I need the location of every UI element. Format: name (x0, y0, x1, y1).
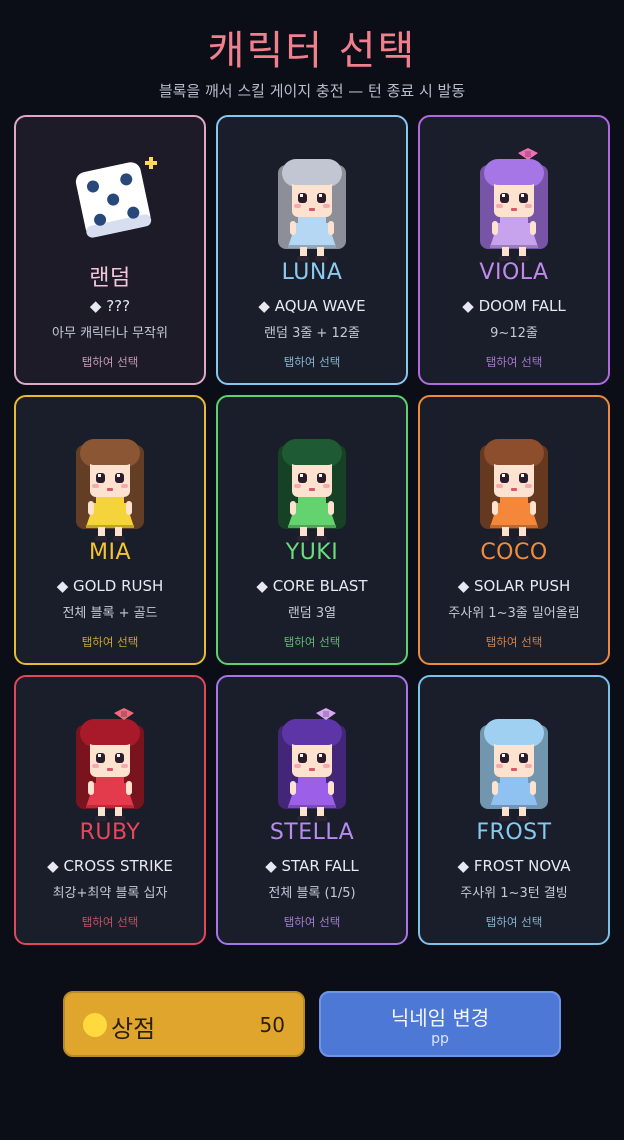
character-card-coco[interactable]: COCO ◆ SOLAR PUSH 주사위 1~3줄 밀어올림탭하여 선택 (418, 395, 610, 665)
tap-to-select-hint: 탭하여 선택 (81, 635, 139, 649)
skill-name: ◆ DOOM FALL (462, 297, 566, 315)
character-card-yuki[interactable]: YUKI ◆ CORE BLAST 랜덤 3열탭하여 선택 (216, 395, 408, 665)
skill-description: 주사위 1~3턴 결빙 (460, 886, 568, 901)
skill-name: ◆ ??? (89, 297, 131, 315)
character-portrait-frost (466, 707, 562, 827)
character-card-mia[interactable]: MIA ◆ GOLD RUSH 전체 블록 + 골드탭하여 선택 (14, 395, 206, 665)
character-portrait-coco (466, 427, 562, 547)
character-name: COCO (480, 540, 548, 565)
tap-to-select-hint: 탭하여 선택 (283, 355, 341, 369)
skill-name: ◆ GOLD RUSH (56, 577, 164, 595)
character-name: 랜덤 (89, 266, 131, 291)
shop-label: 상점 (111, 1015, 156, 1043)
skill-name: ◆ SOLAR PUSH (457, 577, 571, 595)
current-nickname: pp (431, 1031, 449, 1047)
nickname-button-label: 닉네임 변경 (390, 1006, 490, 1030)
tap-to-select-hint: 탭하여 선택 (81, 915, 139, 929)
character-portrait-ruby (62, 707, 158, 827)
coin-count: 50 (259, 1013, 285, 1037)
coin-icon (83, 1013, 107, 1037)
character-name: STELLA (269, 820, 355, 845)
character-card-stella[interactable]: STELLA ◆ STAR FALL 전체 블록 (1/5) 탭하여 선택 (216, 675, 408, 945)
character-card-random[interactable]: 랜덤 ◆ ??? 아무 캐릭터나 무작위탭하여 선택 (14, 115, 206, 385)
character-name: FROST (476, 820, 552, 845)
skill-name: ◆ STAR FALL (265, 857, 359, 875)
character-portrait-mia (62, 427, 158, 547)
skill-description: 아무 캐릭터나 무작위 (52, 326, 168, 341)
character-name: VIOLA (479, 260, 549, 285)
page-title: 캐릭터 선택 (207, 28, 417, 74)
character-name: YUKI (285, 540, 339, 565)
skill-description: 최강+최약 블록 십자 (52, 886, 168, 901)
skill-description: 주사위 1~3줄 밀어올림 (448, 606, 580, 621)
character-grid: 랜덤 ◆ ??? 아무 캐릭터나 무작위탭하여 선택 LUNA ◆ AQUA WAVE… (14, 115, 610, 945)
character-portrait-yuki (264, 427, 360, 547)
character-card-ruby[interactable]: RUBY ◆ CROSS STRIKE 최강+최약 블록 십자탭하여 선택 (14, 675, 206, 945)
character-portrait-stella (264, 707, 360, 827)
character-card-viola[interactable]: VIOLA ◆ DOOM FALL 9~12줄탭하여 선택 (418, 115, 610, 385)
character-portrait-luna (264, 147, 360, 267)
dice-icon (66, 151, 166, 241)
skill-description: 9~12줄 (490, 326, 538, 341)
skill-description: 랜덤 3열 (287, 606, 337, 621)
character-name: RUBY (79, 820, 141, 845)
skill-name: ◆ AQUA WAVE (258, 297, 366, 315)
skill-name: ◆ CROSS STRIKE (47, 857, 173, 875)
tap-to-select-hint: 탭하여 선택 (485, 635, 543, 649)
tap-to-select-hint: 탭하여 선택 (283, 915, 341, 929)
skill-name: ◆ CORE BLAST (256, 577, 368, 595)
shop-button[interactable]: 상점 50 (63, 991, 305, 1057)
tap-to-select-hint: 탭하여 선택 (283, 635, 341, 649)
tap-to-select-hint: 탭하여 선택 (81, 355, 139, 369)
character-portrait-viola (466, 147, 562, 267)
page-subtitle: 블록을 깨서 스킬 게이지 충전 — 턴 종료 시 발동 (158, 82, 466, 100)
change-nickname-button[interactable]: 닉네임 변경 pp (319, 991, 561, 1057)
character-card-frost[interactable]: FROST ◆ FROST NOVA 주사위 1~3턴 결빙탭하여 선택 (418, 675, 610, 945)
skill-description: 전체 블록 + 골드 (62, 606, 158, 621)
skill-name: ◆ FROST NOVA (457, 857, 571, 875)
tap-to-select-hint: 탭하여 선택 (485, 915, 543, 929)
character-name: MIA (88, 540, 132, 565)
character-name: LUNA (281, 260, 343, 285)
skill-description: 랜덤 3줄 + 12줄 (264, 326, 360, 341)
tap-to-select-hint: 탭하여 선택 (485, 355, 543, 369)
skill-description: 전체 블록 (1/5) (268, 886, 356, 901)
character-card-luna[interactable]: LUNA ◆ AQUA WAVE 랜덤 3줄 + 12줄탭하여 선택 (216, 115, 408, 385)
